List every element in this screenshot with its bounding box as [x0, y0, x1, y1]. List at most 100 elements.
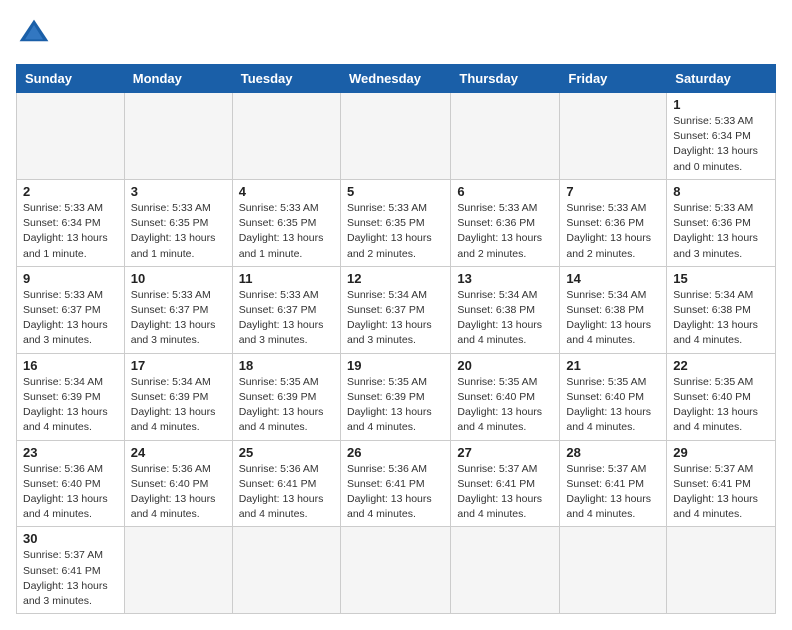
day-number: 13 [457, 271, 553, 286]
day-info: Sunrise: 5:33 AM Sunset: 6:35 PM Dayligh… [239, 201, 334, 262]
calendar-cell: 10 Sunrise: 5:33 AM Sunset: 6:37 PM Dayli… [124, 266, 232, 353]
calendar-cell: 13Sunrise: 5:34 AM Sunset: 6:38 PM Dayli… [451, 266, 560, 353]
day-info: Sunrise: 5:34 AM Sunset: 6:39 PM Dayligh… [23, 375, 118, 436]
calendar-cell: 15 Sunrise: 5:34 AM Sunset: 6:38 PM Dayli… [667, 266, 776, 353]
calendar-table: SundayMondayTuesdayWednesdayThursdayFrid… [16, 64, 776, 614]
day-info: Sunrise: 5:36 AM Sunset: 6:40 PM Dayligh… [131, 462, 226, 523]
day-number: 9 [23, 271, 118, 286]
calendar-week-row: 16 Sunrise: 5:34 AM Sunset: 6:39 PM Dayli… [17, 353, 776, 440]
calendar-cell: 6 Sunrise: 5:33 AM Sunset: 6:36 PM Daylig… [451, 179, 560, 266]
day-number: 6 [457, 184, 553, 199]
calendar-week-row: 1Sunrise: 5:33 AM Sunset: 6:34 PM Daylig… [17, 93, 776, 180]
day-number: 3 [131, 184, 226, 199]
calendar-cell: 21Sunrise: 5:35 AM Sunset: 6:40 PM Dayli… [560, 353, 667, 440]
day-info: Sunrise: 5:35 AM Sunset: 6:39 PM Dayligh… [239, 375, 334, 436]
day-info: Sunrise: 5:34 AM Sunset: 6:37 PM Dayligh… [347, 288, 444, 349]
day-info: Sunrise: 5:37 AM Sunset: 6:41 PM Dayligh… [23, 548, 118, 609]
calendar-cell: 4 Sunrise: 5:33 AM Sunset: 6:35 PM Daylig… [232, 179, 340, 266]
calendar-cell: 27 Sunrise: 5:37 AM Sunset: 6:41 PM Dayli… [451, 440, 560, 527]
day-number: 17 [131, 358, 226, 373]
day-number: 8 [673, 184, 769, 199]
calendar-cell: 26Sunrise: 5:36 AM Sunset: 6:41 PM Dayli… [340, 440, 450, 527]
day-info: Sunrise: 5:33 AM Sunset: 6:35 PM Dayligh… [347, 201, 444, 262]
day-header-saturday: Saturday [667, 65, 776, 93]
day-number: 1 [673, 97, 769, 112]
calendar-cell: 20 Sunrise: 5:35 AM Sunset: 6:40 PM Dayli… [451, 353, 560, 440]
day-info: Sunrise: 5:33 AM Sunset: 6:36 PM Dayligh… [673, 201, 769, 262]
day-number: 30 [23, 531, 118, 546]
day-number: 29 [673, 445, 769, 460]
calendar-cell [232, 527, 340, 614]
calendar-cell: 12Sunrise: 5:34 AM Sunset: 6:37 PM Dayli… [340, 266, 450, 353]
calendar-cell: 17 Sunrise: 5:34 AM Sunset: 6:39 PM Dayli… [124, 353, 232, 440]
day-header-monday: Monday [124, 65, 232, 93]
day-header-thursday: Thursday [451, 65, 560, 93]
day-number: 16 [23, 358, 118, 373]
calendar-header-row: SundayMondayTuesdayWednesdayThursdayFrid… [17, 65, 776, 93]
day-number: 21 [566, 358, 660, 373]
day-header-tuesday: Tuesday [232, 65, 340, 93]
calendar-cell: 22 Sunrise: 5:35 AM Sunset: 6:40 PM Dayli… [667, 353, 776, 440]
logo [16, 16, 58, 52]
day-info: Sunrise: 5:33 AM Sunset: 6:36 PM Dayligh… [457, 201, 553, 262]
day-number: 11 [239, 271, 334, 286]
day-info: Sunrise: 5:33 AM Sunset: 6:34 PM Dayligh… [23, 201, 118, 262]
calendar-cell [232, 93, 340, 180]
day-info: Sunrise: 5:37 AM Sunset: 6:41 PM Dayligh… [457, 462, 553, 523]
day-number: 14 [566, 271, 660, 286]
day-info: Sunrise: 5:37 AM Sunset: 6:41 PM Dayligh… [673, 462, 769, 523]
day-info: Sunrise: 5:33 AM Sunset: 6:37 PM Dayligh… [239, 288, 334, 349]
day-number: 2 [23, 184, 118, 199]
calendar-cell: 8 Sunrise: 5:33 AM Sunset: 6:36 PM Daylig… [667, 179, 776, 266]
day-header-sunday: Sunday [17, 65, 125, 93]
page-header [16, 16, 776, 52]
calendar-cell: 25Sunrise: 5:36 AM Sunset: 6:41 PM Dayli… [232, 440, 340, 527]
day-info: Sunrise: 5:34 AM Sunset: 6:38 PM Dayligh… [673, 288, 769, 349]
day-header-friday: Friday [560, 65, 667, 93]
day-info: Sunrise: 5:33 AM Sunset: 6:37 PM Dayligh… [131, 288, 226, 349]
day-number: 28 [566, 445, 660, 460]
calendar-cell [560, 527, 667, 614]
logo-icon [16, 16, 52, 52]
calendar-cell [451, 527, 560, 614]
calendar-cell: 18 Sunrise: 5:35 AM Sunset: 6:39 PM Dayli… [232, 353, 340, 440]
day-number: 5 [347, 184, 444, 199]
calendar-cell: 28 Sunrise: 5:37 AM Sunset: 6:41 PM Dayli… [560, 440, 667, 527]
calendar-cell: 24Sunrise: 5:36 AM Sunset: 6:40 PM Dayli… [124, 440, 232, 527]
calendar-cell: 16 Sunrise: 5:34 AM Sunset: 6:39 PM Dayli… [17, 353, 125, 440]
day-info: Sunrise: 5:36 AM Sunset: 6:41 PM Dayligh… [239, 462, 334, 523]
calendar-cell: 23Sunrise: 5:36 AM Sunset: 6:40 PM Dayli… [17, 440, 125, 527]
day-number: 22 [673, 358, 769, 373]
day-number: 20 [457, 358, 553, 373]
day-info: Sunrise: 5:35 AM Sunset: 6:40 PM Dayligh… [457, 375, 553, 436]
day-info: Sunrise: 5:34 AM Sunset: 6:39 PM Dayligh… [131, 375, 226, 436]
day-info: Sunrise: 5:37 AM Sunset: 6:41 PM Dayligh… [566, 462, 660, 523]
day-number: 15 [673, 271, 769, 286]
calendar-cell: 30 Sunrise: 5:37 AM Sunset: 6:41 PM Dayli… [17, 527, 125, 614]
day-number: 27 [457, 445, 553, 460]
calendar-cell [17, 93, 125, 180]
day-number: 4 [239, 184, 334, 199]
day-info: Sunrise: 5:33 AM Sunset: 6:37 PM Dayligh… [23, 288, 118, 349]
calendar-cell: 3Sunrise: 5:33 AM Sunset: 6:35 PM Daylig… [124, 179, 232, 266]
day-info: Sunrise: 5:35 AM Sunset: 6:40 PM Dayligh… [673, 375, 769, 436]
calendar-cell [124, 527, 232, 614]
calendar-cell [124, 93, 232, 180]
calendar-cell [560, 93, 667, 180]
day-number: 19 [347, 358, 444, 373]
day-info: Sunrise: 5:35 AM Sunset: 6:39 PM Dayligh… [347, 375, 444, 436]
calendar-cell: 2 Sunrise: 5:33 AM Sunset: 6:34 PM Daylig… [17, 179, 125, 266]
calendar-cell [340, 527, 450, 614]
calendar-cell [667, 527, 776, 614]
calendar-cell: 7Sunrise: 5:33 AM Sunset: 6:36 PM Daylig… [560, 179, 667, 266]
calendar-week-row: 2 Sunrise: 5:33 AM Sunset: 6:34 PM Daylig… [17, 179, 776, 266]
calendar-week-row: 23 Sunrise: 5:36 AM Sunset: 6:40 PM Dayli… [17, 440, 776, 527]
day-number: 18 [239, 358, 334, 373]
day-number: 10 [131, 271, 226, 286]
calendar-week-row: 9 Sunrise: 5:33 AM Sunset: 6:37 PM Daylig… [17, 266, 776, 353]
calendar-cell: 29 Sunrise: 5:37 AM Sunset: 6:41 PM Dayli… [667, 440, 776, 527]
calendar-week-row: 30 Sunrise: 5:37 AM Sunset: 6:41 PM Dayli… [17, 527, 776, 614]
day-info: Sunrise: 5:34 AM Sunset: 6:38 PM Dayligh… [566, 288, 660, 349]
day-number: 23 [23, 445, 118, 460]
day-header-wednesday: Wednesday [340, 65, 450, 93]
